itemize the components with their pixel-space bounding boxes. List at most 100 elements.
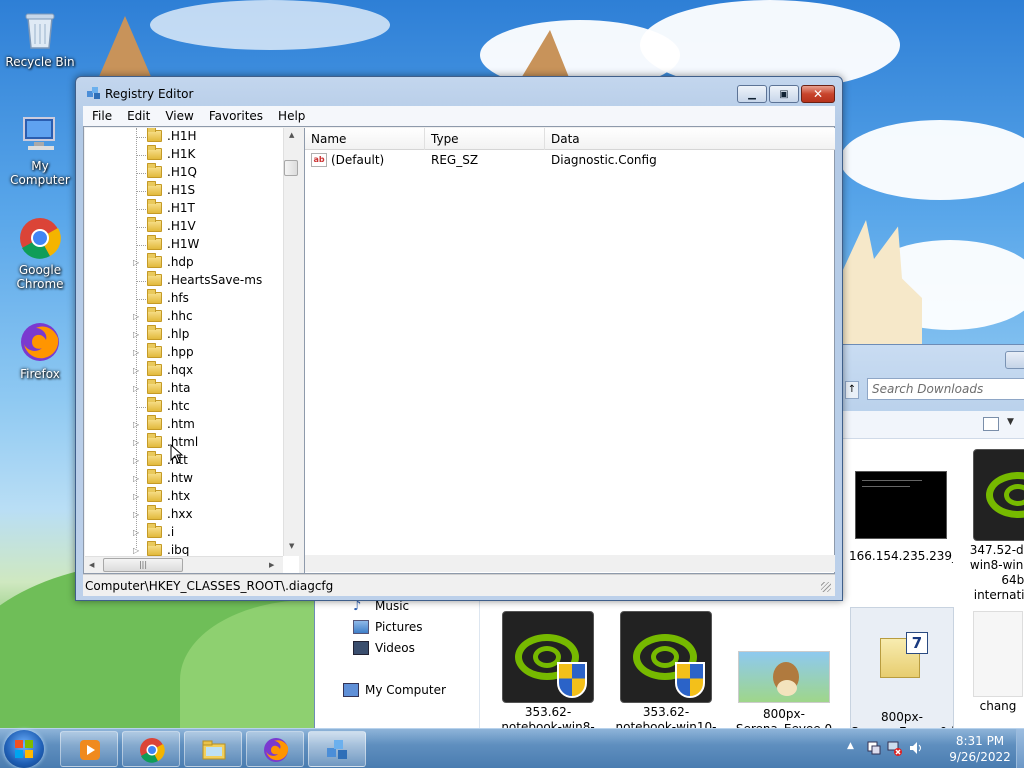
folder-icon xyxy=(147,541,162,556)
tree-connector xyxy=(136,227,146,228)
tree-item[interactable]: ▷ .hdp xyxy=(85,253,285,272)
desktop-icon-firefox[interactable]: Firefox xyxy=(0,320,80,381)
menu-help[interactable]: Help xyxy=(269,109,311,123)
tree-item[interactable]: ▷ .htw xyxy=(85,469,285,488)
tree-item[interactable]: .H1V xyxy=(85,217,285,236)
expand-arrow-icon[interactable]: ▷ xyxy=(133,312,139,321)
file-item[interactable]: chang xyxy=(968,611,1024,714)
expand-arrow-icon[interactable]: ▷ xyxy=(133,546,139,555)
tree-item[interactable]: ▷ .htx xyxy=(85,487,285,506)
expand-arrow-icon[interactable]: ▷ xyxy=(133,492,139,501)
expand-arrow-icon[interactable]: ▷ xyxy=(133,510,139,519)
minimize-button[interactable]: ▁ xyxy=(737,85,767,103)
file-item[interactable]: 347.52-desktop-win8-win7-vista-64bit-int… xyxy=(967,449,1024,603)
scrollbar-thumb[interactable]: ||| xyxy=(103,558,183,572)
expand-arrow-icon[interactable]: ▷ xyxy=(133,258,139,267)
show-desktop-button[interactable] xyxy=(1016,729,1024,768)
values-list[interactable]: Name Type Data ab (Default) REG_SZ Diagn… xyxy=(304,128,835,573)
view-options-icon[interactable] xyxy=(983,417,999,431)
taskbar-chrome[interactable] xyxy=(122,731,180,767)
menu-favorites[interactable]: Favorites xyxy=(200,109,269,123)
expand-arrow-icon[interactable]: ▷ xyxy=(133,456,139,465)
nav-item-music[interactable]: ♪ Music xyxy=(353,599,409,614)
tree-item[interactable]: .hfs xyxy=(85,289,285,308)
cloud xyxy=(150,0,390,50)
tree-item[interactable]: ▷.htt xyxy=(85,451,285,470)
close-button[interactable]: ✕ xyxy=(801,85,835,103)
tree-item[interactable]: .htc xyxy=(85,397,285,416)
tree-item[interactable]: ▷ .i xyxy=(85,523,285,542)
chevron-down-icon[interactable]: ▼ xyxy=(1007,417,1014,427)
jpg-file-icon: 7 xyxy=(856,628,948,688)
desktop-icon-recycle-bin[interactable]: Recycle Bin xyxy=(0,8,80,69)
scroll-left-icon[interactable]: ◀ xyxy=(89,561,94,569)
expand-arrow-icon[interactable]: ▷ xyxy=(133,330,139,339)
nav-item-videos[interactable]: Videos xyxy=(353,641,415,655)
nav-item-pictures[interactable]: Pictures xyxy=(353,620,423,634)
tree-item[interactable]: ▷ .hhc xyxy=(85,307,285,326)
tree-item[interactable]: ▷ .htm xyxy=(85,415,285,434)
tree-item[interactable]: .HeartsSave-ms xyxy=(85,271,285,290)
tree-item[interactable]: ▷ .html xyxy=(85,433,285,452)
tree-item[interactable]: ▷ .hqx xyxy=(85,361,285,380)
expand-arrow-icon[interactable]: ▷ xyxy=(133,528,139,537)
file-item[interactable]: 800px-Serena_Eevee.0 xyxy=(732,611,836,737)
minimize-button[interactable] xyxy=(1005,351,1024,369)
resize-grip[interactable] xyxy=(821,582,831,592)
menu-view[interactable]: View xyxy=(156,109,199,123)
tree-item[interactable]: ▷ .hxx xyxy=(85,505,285,524)
search-input[interactable]: Search Downloads xyxy=(867,378,1024,400)
menu-file[interactable]: File xyxy=(83,109,118,123)
taskbar-regedit[interactable] xyxy=(308,731,366,767)
file-item[interactable]: 7 800px-Serena_Eevee.0.jpg xyxy=(850,607,954,731)
taskbar-media-player[interactable] xyxy=(60,731,118,767)
tree-item[interactable]: .H1W xyxy=(85,235,285,254)
network-disconnected-icon[interactable] xyxy=(886,740,902,756)
expand-arrow-icon[interactable]: ▷ xyxy=(133,420,139,429)
media-player-icon xyxy=(80,740,100,760)
value-data[interactable]: Diagnostic.Config xyxy=(551,153,657,167)
tree-item[interactable]: .H1H xyxy=(85,128,285,146)
tree-item[interactable]: ▷ .hlp xyxy=(85,325,285,344)
scroll-up-icon[interactable]: ▲ xyxy=(289,131,294,139)
expand-arrow-icon[interactable]: ▷ xyxy=(133,366,139,375)
registry-editor-window[interactable]: Registry Editor ▁ ▣ ✕ File Edit View Fav… xyxy=(75,76,843,601)
volume-icon[interactable] xyxy=(908,740,924,756)
scrollbar-thumb[interactable] xyxy=(284,160,298,176)
expand-arrow-icon[interactable]: ▷ xyxy=(133,384,139,393)
nav-item-my-computer[interactable]: My Computer xyxy=(343,683,446,697)
value-name[interactable]: (Default) xyxy=(331,153,384,167)
expand-arrow-icon[interactable]: ▷ xyxy=(133,474,139,483)
maximize-icon: ▣ xyxy=(779,88,789,100)
key-tree[interactable]: .H1H .H1K .H1Q .H1S .H1T .H1V .H1W ▷ .hdp .Hearts… xyxy=(85,128,299,573)
folder-icon xyxy=(147,253,162,268)
column-header-name[interactable]: Name xyxy=(305,128,425,150)
file-item[interactable]: 166.154.235.239_5900 xyxy=(849,465,953,564)
scroll-down-icon[interactable]: ▼ xyxy=(289,542,294,550)
recent-locations-button[interactable]: ↑ xyxy=(845,381,859,399)
tree-item[interactable]: ▷ .hpp xyxy=(85,343,285,362)
tree-item[interactable]: .H1S xyxy=(85,181,285,200)
tree-vertical-scrollbar[interactable]: ▲ ▼ xyxy=(283,128,299,556)
tree-item[interactable]: ▷ .hta xyxy=(85,379,285,398)
menu-edit[interactable]: Edit xyxy=(118,109,156,123)
action-center-icon[interactable] xyxy=(866,740,882,756)
taskbar-explorer[interactable] xyxy=(184,731,242,767)
taskbar-firefox[interactable] xyxy=(246,731,304,767)
clock-date[interactable]: 9/26/2022 xyxy=(945,750,1015,764)
value-type[interactable]: REG_SZ xyxy=(431,153,478,167)
tree-item[interactable]: .H1K xyxy=(85,145,285,164)
clock-time[interactable]: 8:31 PM xyxy=(950,734,1010,748)
column-header-type[interactable]: Type xyxy=(425,128,545,150)
desktop-icon-google-chrome[interactable]: Google Chrome xyxy=(0,216,80,291)
scroll-right-icon[interactable]: ▶ xyxy=(269,561,274,569)
expand-arrow-icon[interactable]: ▷ xyxy=(133,348,139,357)
expand-arrow-icon[interactable]: ▷ xyxy=(133,438,139,447)
show-hidden-icons-icon[interactable]: ▲ xyxy=(847,741,854,751)
tree-item[interactable]: .H1Q xyxy=(85,163,285,182)
column-header-data[interactable]: Data xyxy=(545,128,835,150)
maximize-button[interactable]: ▣ xyxy=(769,85,799,103)
tree-item[interactable]: .H1T xyxy=(85,199,285,218)
desktop-icon-my-computer[interactable]: My Computer xyxy=(0,112,80,187)
start-button[interactable] xyxy=(4,730,44,768)
